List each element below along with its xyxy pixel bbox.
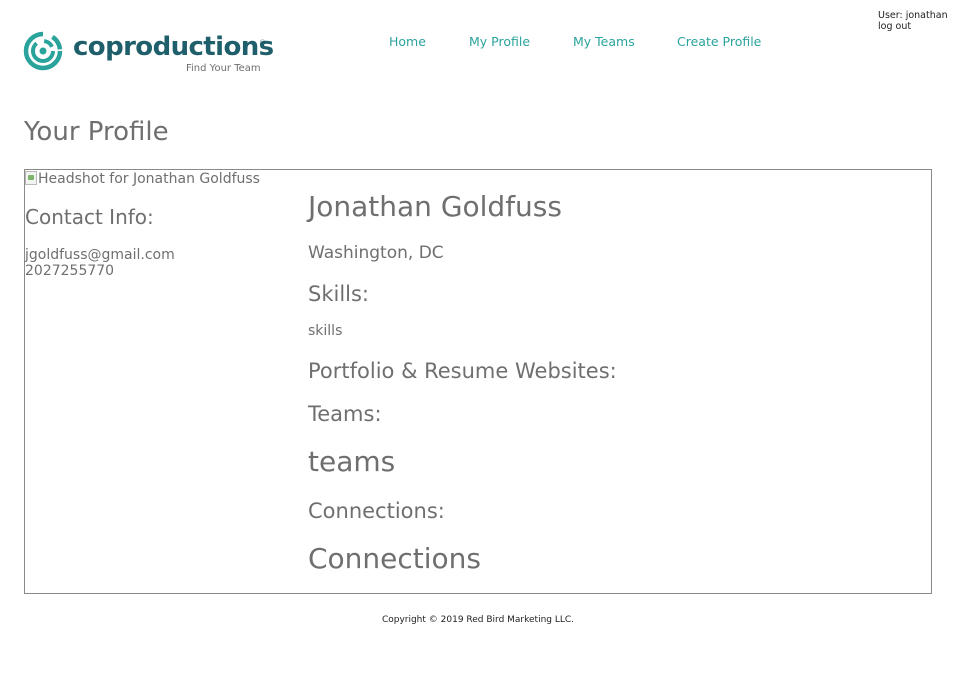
concentric-rings-icon (23, 31, 63, 71)
logout-link[interactable]: log out (878, 21, 948, 32)
registered-mark: ® (259, 39, 266, 47)
headshot-image: Headshot for Jonathan Goldfuss (25, 170, 260, 188)
headshot-alt-text: Headshot for Jonathan Goldfuss (38, 171, 260, 187)
logo-wordmark: coproductions (73, 32, 274, 62)
teams-value: teams (308, 445, 396, 478)
profile-location: Washington, DC (308, 243, 444, 263)
nav-link-my-teams[interactable]: My Teams (573, 35, 635, 49)
connections-heading: Connections: (308, 499, 445, 523)
brand-logo[interactable]: coproductions ® Find Your Team (23, 31, 274, 75)
skills-heading: Skills: (308, 282, 370, 306)
profile-card: Headshot for Jonathan Goldfuss Contact I… (24, 169, 932, 594)
logo-tagline: Find Your Team (186, 63, 261, 74)
broken-image-icon (25, 171, 37, 185)
current-user-label: User: jonathan (878, 10, 948, 21)
page-title: Your Profile (24, 117, 169, 147)
nav-link-home[interactable]: Home (389, 35, 426, 49)
profile-name: Jonathan Goldfuss (308, 190, 562, 223)
user-box: User: jonathan log out (878, 10, 948, 32)
contact-info-heading: Contact Info: (25, 205, 154, 229)
nav-link-my-profile[interactable]: My Profile (469, 35, 530, 49)
portfolio-heading: Portfolio & Resume Websites: (308, 359, 617, 383)
contact-phone: 2027255770 (25, 263, 115, 279)
nav-link-create-profile[interactable]: Create Profile (677, 35, 761, 49)
teams-heading: Teams: (308, 402, 382, 426)
footer-copyright: Copyright © 2019 Red Bird Marketing LLC. (381, 615, 575, 625)
connections-value: Connections (308, 542, 482, 575)
contact-email: jgoldfuss@gmail.com (25, 247, 175, 263)
skills-value: skills (308, 323, 343, 339)
